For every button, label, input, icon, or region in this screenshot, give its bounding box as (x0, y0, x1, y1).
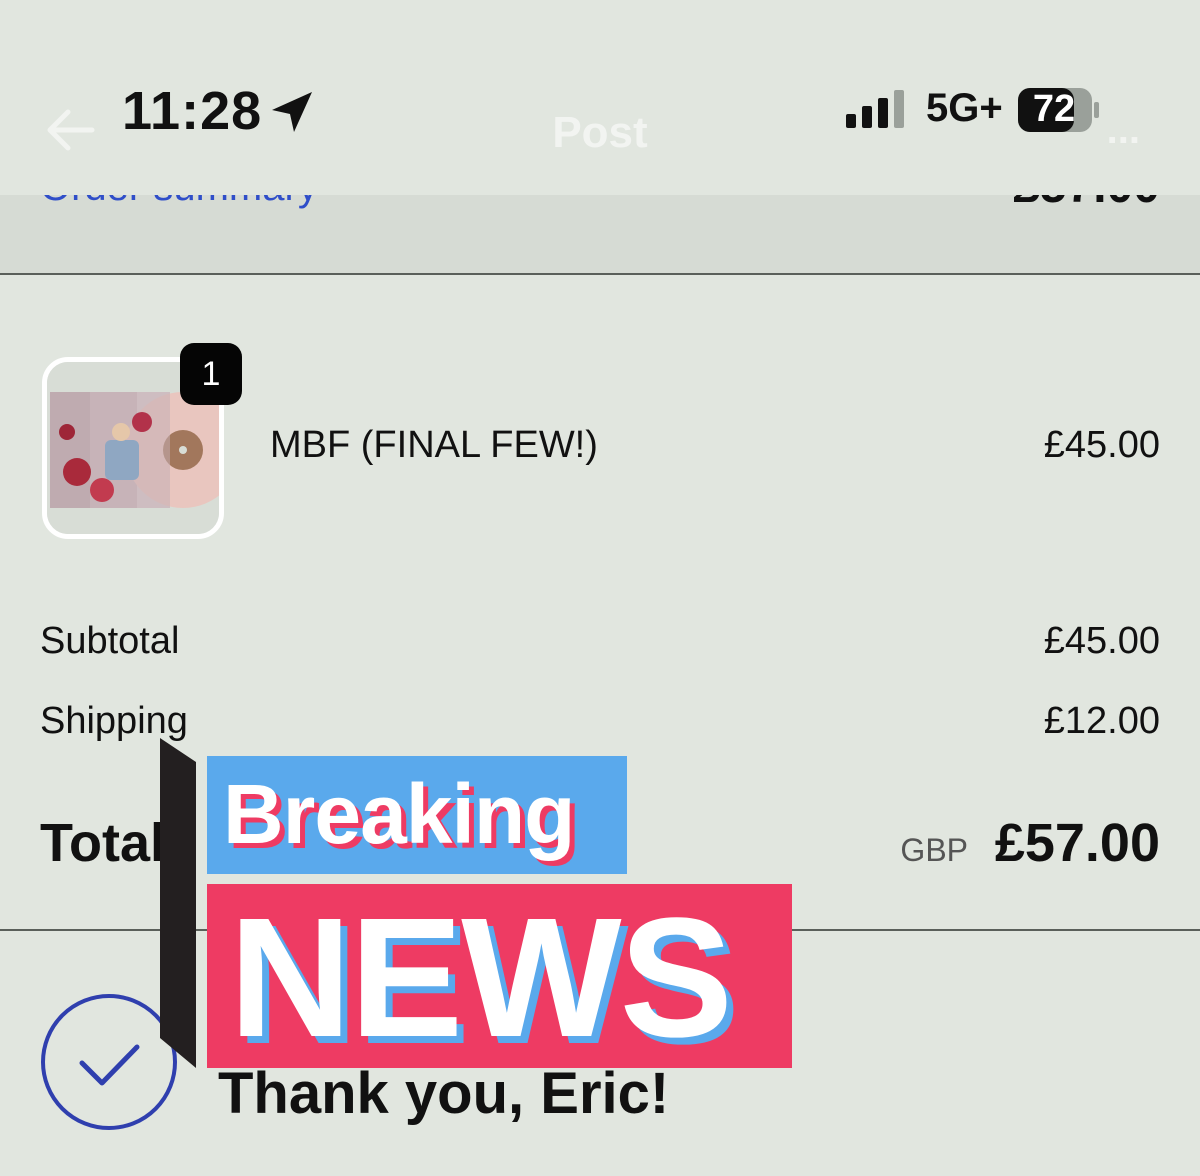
quantity-badge: 1 (180, 343, 242, 405)
thank-you-message: Thank you, Eric! (218, 1061, 670, 1126)
subtotal-label: Subtotal (40, 620, 180, 662)
order-summary-bar[interactable]: Order summary £57.00 (0, 195, 1200, 275)
nav-more[interactable]: ... (1107, 108, 1140, 153)
news-banner: NEWS (207, 884, 792, 1068)
total-label: Total (40, 813, 165, 873)
product-price: £45.00 (1043, 424, 1160, 466)
subtotal-value: £45.00 (1043, 620, 1160, 662)
order-summary-link[interactable]: Order summary (40, 195, 318, 210)
breaking-text: Breaking (223, 767, 575, 861)
status-time: 11:28 (122, 81, 263, 141)
network-type: 5G+ (926, 86, 1003, 130)
battery-level: 72 (1032, 88, 1076, 130)
breaking-news-bar (160, 738, 196, 1068)
cellular-signal-icon (846, 90, 904, 128)
total-value: £57.00 (994, 813, 1160, 873)
check-circle-icon (41, 994, 177, 1130)
order-summary-total: £57.00 (1013, 195, 1160, 214)
breaking-news-banner: Breaking (207, 756, 627, 874)
shipping-value: £12.00 (1043, 700, 1160, 742)
product-name: MBF (FINAL FEW!) (270, 424, 598, 466)
status-bar: Post ... 11:28 5G+ 72 (0, 0, 1200, 195)
location-arrow-icon (272, 92, 312, 132)
news-text: NEWS (229, 884, 733, 1068)
currency-code: GBP (900, 832, 968, 868)
shipping-label: Shipping (40, 700, 188, 742)
